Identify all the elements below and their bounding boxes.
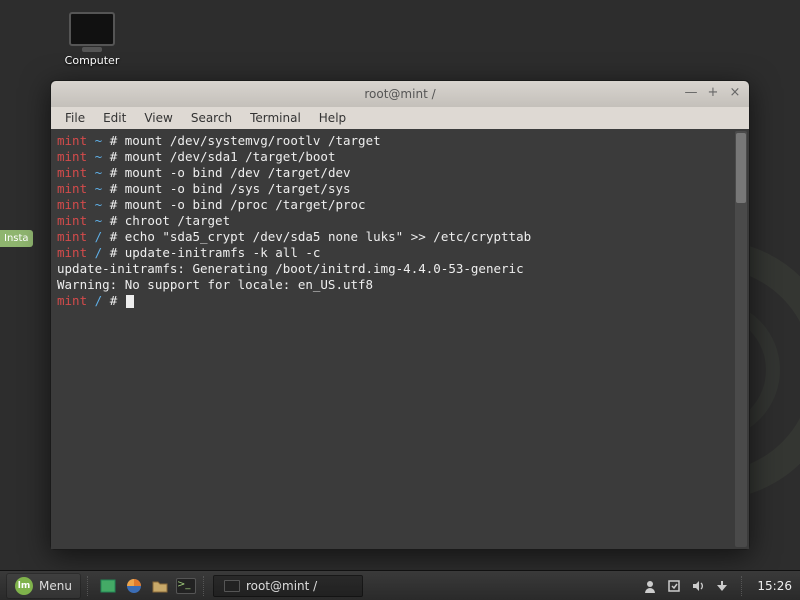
terminal-window: root@mint / — + × File Edit View Search … — [50, 80, 750, 550]
show-desktop-button[interactable] — [97, 575, 119, 597]
terminal-icon — [224, 580, 240, 592]
terminal-line: mint ~ # mount /dev/sda1 /target/boot — [57, 149, 743, 165]
file-manager-launcher[interactable] — [149, 575, 171, 597]
terminal-line: mint ~ # mount -o bind /sys /target/sys — [57, 181, 743, 197]
user-icon[interactable] — [643, 579, 657, 593]
terminal-body[interactable]: mint ~ # mount /dev/systemvg/rootlv /tar… — [51, 129, 749, 549]
terminal-line: mint / # update-initramfs -k all -c — [57, 245, 743, 261]
mint-logo-icon — [15, 577, 33, 595]
network-icon[interactable] — [715, 579, 729, 593]
terminal-line: mint ~ # chroot /target — [57, 213, 743, 229]
terminal-line: mint ~ # mount -o bind /proc /target/pro… — [57, 197, 743, 213]
window-title: root@mint / — [51, 87, 749, 101]
terminal-cursor — [126, 295, 134, 308]
taskbar-clock[interactable]: 15:26 — [757, 579, 792, 593]
window-maximize-button[interactable]: + — [705, 86, 721, 102]
terminal-launcher[interactable]: >_ — [175, 575, 197, 597]
menu-search[interactable]: Search — [183, 109, 240, 127]
window-close-button[interactable]: × — [727, 86, 743, 102]
desktop-icon-label: Computer — [56, 54, 128, 67]
terminal-output: update-initramfs: Generating /boot/initr… — [57, 261, 743, 277]
terminal-output: Warning: No support for locale: en_US.ut… — [57, 277, 743, 293]
menu-file[interactable]: File — [57, 109, 93, 127]
window-titlebar[interactable]: root@mint / — + × — [51, 81, 749, 107]
window-minimize-button[interactable]: — — [683, 86, 699, 102]
terminal-line: mint / # echo "sda5_crypt /dev/sda5 none… — [57, 229, 743, 245]
taskbar-task-label: root@mint / — [246, 579, 317, 593]
terminal-scrollbar[interactable] — [735, 131, 747, 547]
start-menu-label: Menu — [39, 579, 72, 593]
system-tray: 15:26 — [643, 576, 794, 596]
terminal-scrollbar-thumb[interactable] — [736, 133, 746, 203]
updates-icon[interactable] — [667, 579, 681, 593]
install-tab[interactable]: Insta — [0, 230, 33, 247]
taskbar-task-terminal[interactable]: root@mint / — [213, 575, 363, 597]
taskbar-separator — [87, 576, 91, 596]
terminal-prompt[interactable]: mint / # — [57, 293, 743, 309]
taskbar: Menu >_ root@mint / 15:26 — [0, 570, 800, 600]
terminal-line: mint ~ # mount -o bind /dev /target/dev — [57, 165, 743, 181]
window-menubar: File Edit View Search Terminal Help — [51, 107, 749, 129]
start-menu-button[interactable]: Menu — [6, 573, 81, 599]
taskbar-separator — [203, 576, 207, 596]
terminal-line: mint ~ # mount /dev/systemvg/rootlv /tar… — [57, 133, 743, 149]
monitor-icon — [69, 12, 115, 46]
menu-edit[interactable]: Edit — [95, 109, 134, 127]
menu-view[interactable]: View — [136, 109, 180, 127]
menu-terminal[interactable]: Terminal — [242, 109, 309, 127]
menu-help[interactable]: Help — [311, 109, 354, 127]
firefox-launcher[interactable] — [123, 575, 145, 597]
volume-icon[interactable] — [691, 579, 705, 593]
taskbar-separator — [741, 576, 745, 596]
desktop-icon-computer[interactable]: Computer — [56, 12, 128, 67]
